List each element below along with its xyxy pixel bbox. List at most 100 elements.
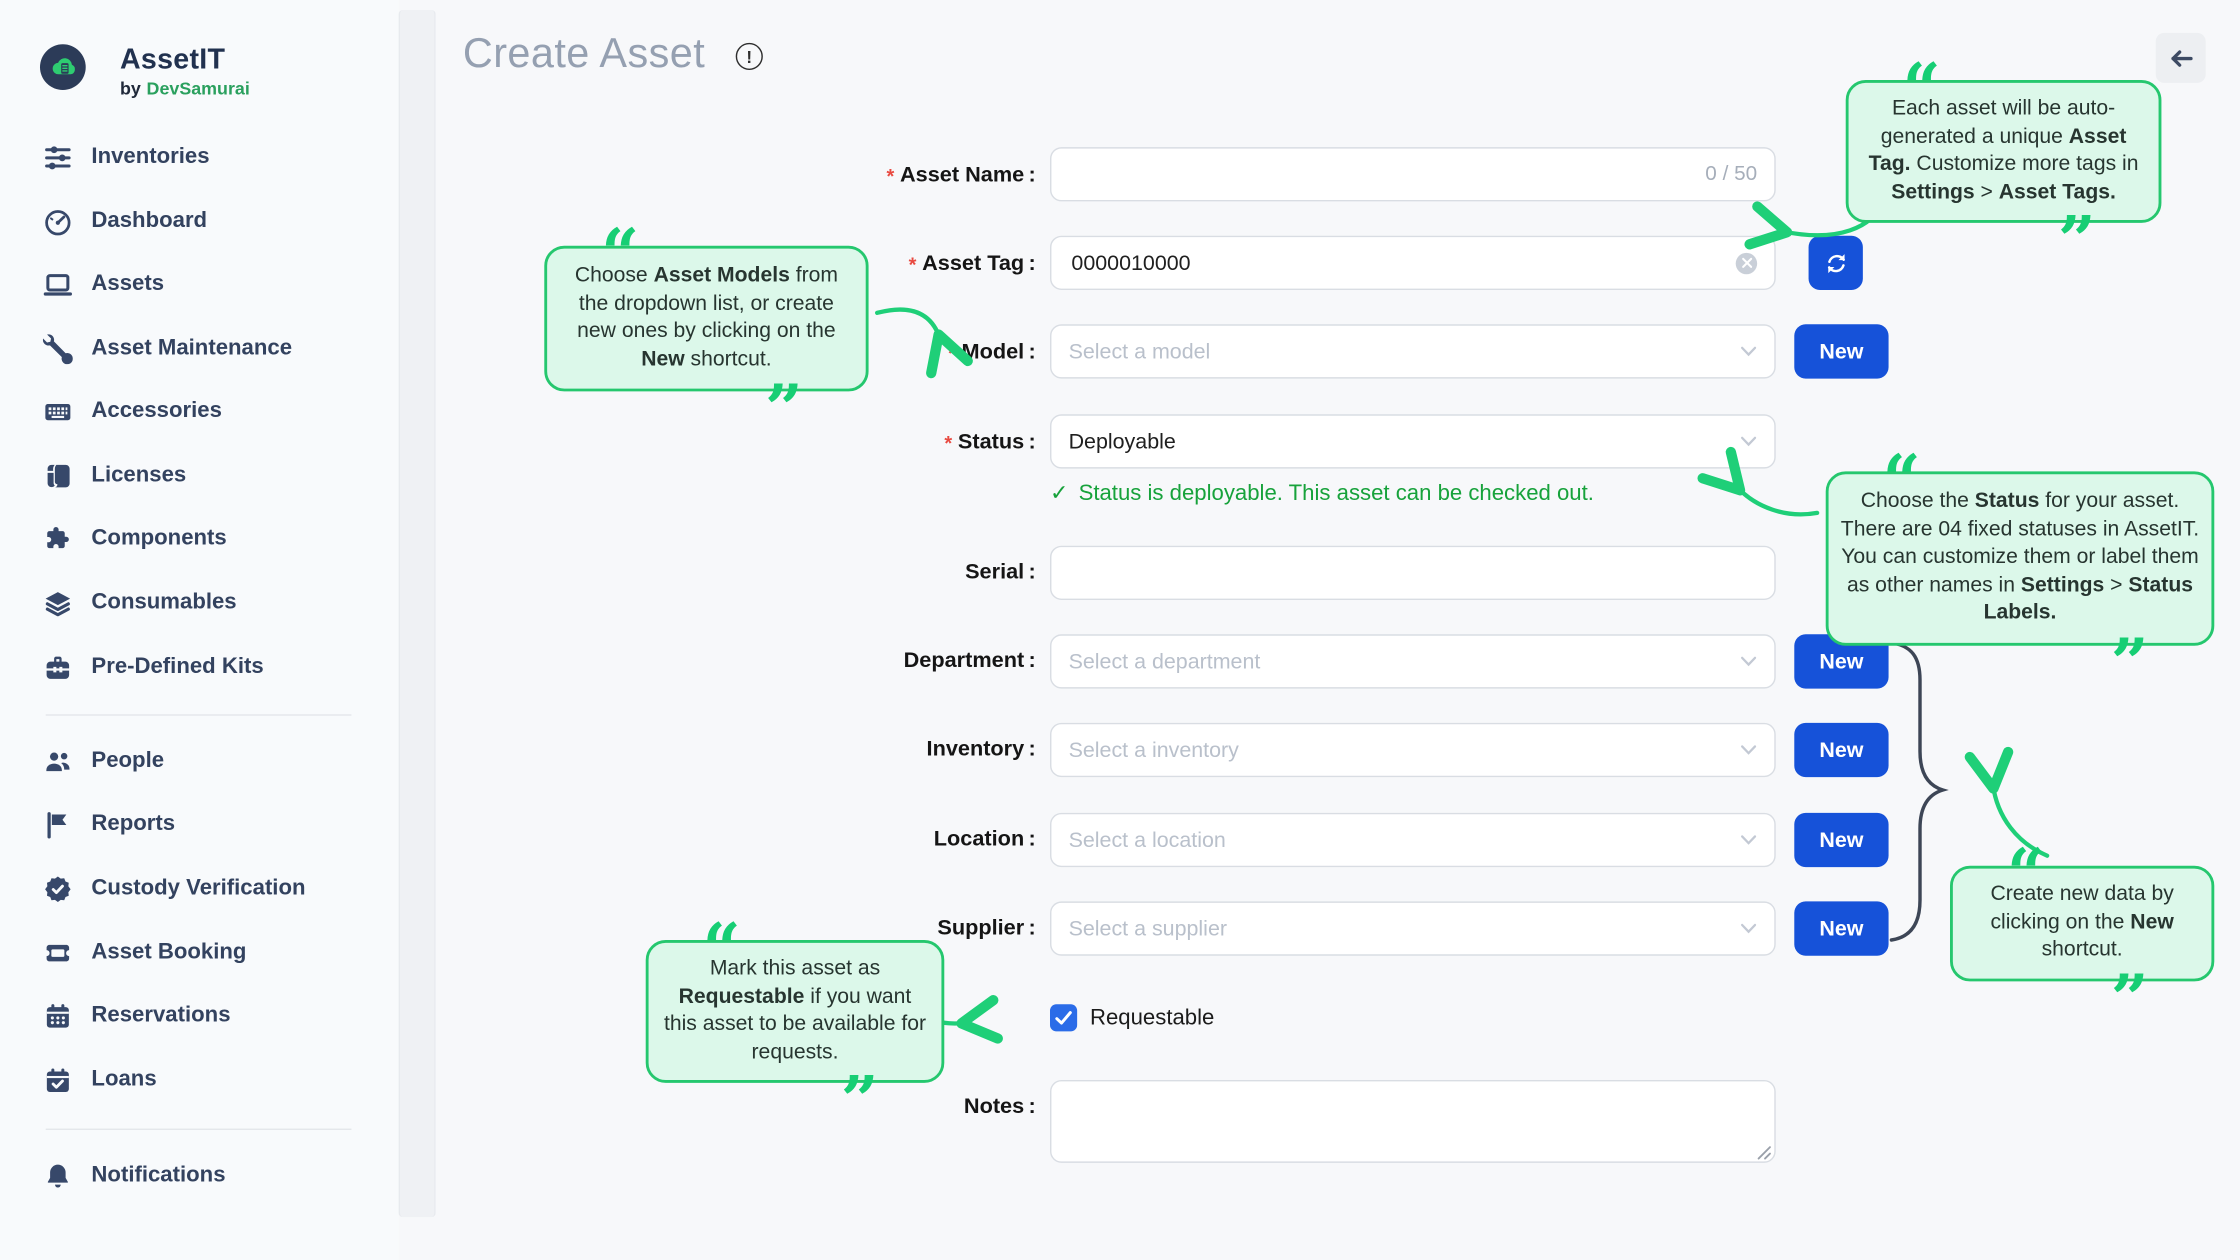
asset-name-field: 0 / 50 — [1050, 147, 1776, 201]
regenerate-tag-button[interactable] — [1809, 236, 1863, 290]
callout-asset-tag: “ Each asset will be auto-generated a un… — [1846, 80, 2162, 223]
sidebar-item-reservations[interactable]: Reservations — [43, 999, 231, 1033]
back-button[interactable] — [2156, 33, 2206, 83]
check-icon — [1054, 1010, 1073, 1026]
ticket-icon — [43, 938, 73, 968]
arrow-to-model — [877, 310, 940, 339]
sidebar-item-label: Licenses — [91, 463, 186, 489]
sidebar-item-asset-maintenance[interactable]: Asset Maintenance — [43, 331, 292, 365]
laptop-icon — [43, 269, 73, 299]
app-name: AssetIT — [120, 44, 250, 75]
chevron-down-icon — [1740, 923, 1757, 934]
people-icon — [43, 746, 73, 776]
asset-tag-input[interactable] — [1069, 249, 1725, 276]
sidebar-item-label: Pre-Defined Kits — [91, 654, 263, 680]
asset-tag-field — [1050, 236, 1776, 290]
serial-label: Serial: — [614, 559, 1035, 588]
requestable-checkbox[interactable] — [1050, 1004, 1077, 1031]
department-label: Department: — [614, 647, 1035, 676]
callout-requestable: “ Mark this asset as Requestable if you … — [646, 940, 945, 1083]
sidebar-divider — [46, 714, 352, 715]
app-window: AssetIT by DevSamurai Inventories Dashboa… — [0, 0, 2240, 1260]
keyboard-icon — [43, 396, 73, 426]
sidebar-item-pre-defined-kits[interactable]: Pre-Defined Kits — [43, 650, 264, 684]
info-icon[interactable]: ! — [736, 43, 763, 70]
sidebar-item-inventories[interactable]: Inventories — [43, 140, 210, 174]
flag-icon — [43, 809, 73, 839]
byline-prefix: by — [120, 79, 141, 99]
sidebar-item-reports[interactable]: Reports — [43, 807, 175, 841]
sidebar-item-licenses[interactable]: Licenses — [43, 459, 186, 493]
sidebar-item-label: Reservations — [91, 1003, 230, 1029]
sidebar-item-loans[interactable]: Loans — [43, 1063, 157, 1097]
status-select[interactable]: Deployable — [1050, 414, 1776, 468]
refresh-icon — [1822, 249, 1849, 276]
serial-field — [1050, 546, 1776, 600]
sidebar-item-custody-verification[interactable]: Custody Verification — [43, 871, 306, 905]
chevron-down-icon — [1740, 656, 1757, 667]
check-icon: ✓ — [1050, 481, 1069, 505]
notes-textarea[interactable] — [1050, 1080, 1776, 1163]
sliders-icon — [43, 142, 73, 172]
sidebar-divider — [46, 1129, 352, 1130]
sidebar-item-notifications[interactable]: Notifications — [43, 1159, 226, 1193]
inventory-label: Inventory: — [614, 736, 1035, 765]
sidebar-item-consumables[interactable]: Consumables — [43, 586, 237, 620]
sidebar-item-label: Components — [91, 526, 226, 552]
sidebar-item-label: Dashboard — [91, 209, 207, 235]
app-logo-icon — [40, 44, 86, 90]
callout-new-shortcut: “ Create new data by clicking on the New… — [1950, 866, 2214, 981]
sidebar-item-label: Reports — [91, 811, 175, 837]
clear-icon[interactable] — [1736, 252, 1757, 273]
department-select[interactable]: Select a department — [1050, 634, 1776, 688]
app-logo: AssetIT by DevSamurai — [40, 44, 250, 98]
chevron-down-icon — [1740, 346, 1757, 357]
sidebar-item-dashboard[interactable]: Dashboard — [43, 204, 207, 238]
status-help-text: ✓Status is deployable. This asset can be… — [1050, 480, 1594, 507]
location-label: Location: — [614, 826, 1035, 855]
model-select[interactable]: Select a model — [1050, 324, 1776, 378]
new-model-button[interactable]: New — [1794, 324, 1888, 378]
toolbox-icon — [43, 652, 73, 682]
sidebar-item-components[interactable]: Components — [43, 521, 227, 555]
new-location-button[interactable]: New — [1794, 813, 1888, 867]
sidebar-item-label: Consumables — [91, 590, 236, 616]
requestable-checkbox-label[interactable]: Requestable — [1090, 1004, 1214, 1031]
inventory-select[interactable]: Select a inventory — [1050, 723, 1776, 777]
location-select[interactable]: Select a location — [1050, 813, 1776, 867]
sidebar-item-label: Asset Maintenance — [91, 336, 292, 362]
callout-model: “ Choose Asset Models from the dropdown … — [544, 246, 868, 392]
new-supplier-button[interactable]: New — [1794, 901, 1888, 955]
sidebar-item-accessories[interactable]: Accessories — [43, 394, 222, 428]
page-title: Create Asset — [463, 31, 705, 78]
sidebar-item-label: Accessories — [91, 399, 221, 425]
sidebar-item-label: People — [91, 749, 164, 775]
puzzle-icon — [43, 524, 73, 554]
sidebar: AssetIT by DevSamurai Inventories Dashboa… — [0, 0, 399, 1260]
arrow-left-icon — [2166, 44, 2195, 73]
sidebar-item-asset-booking[interactable]: Asset Booking — [43, 936, 247, 970]
sidebar-item-people[interactable]: People — [43, 744, 164, 778]
sidebar-item-label: Custody Verification — [91, 876, 305, 902]
callout-status: “ Choose the Status for your asset. Ther… — [1826, 471, 2215, 645]
bell-icon — [43, 1161, 73, 1191]
brace-new-buttons — [1891, 643, 1942, 940]
chevron-down-icon — [1740, 744, 1757, 755]
chevron-down-icon — [1740, 834, 1757, 845]
license-scroll-icon — [43, 461, 73, 491]
calendar-icon — [43, 1001, 73, 1031]
sidebar-item-assets[interactable]: Assets — [43, 267, 164, 301]
byline-brand: DevSamurai — [147, 79, 250, 99]
sidebar-item-label: Notifications — [91, 1163, 225, 1189]
chevron-down-icon — [1740, 436, 1757, 447]
asset-name-input[interactable] — [1069, 161, 1694, 188]
supplier-label: Supplier: — [614, 914, 1035, 943]
calendar-check-icon — [43, 1065, 73, 1095]
notes-label: Notes: — [614, 1093, 1035, 1122]
content-scrollbar[interactable] — [399, 10, 436, 1217]
arrow-to-status-help — [1737, 487, 1817, 514]
serial-input[interactable] — [1069, 559, 1758, 586]
new-inventory-button[interactable]: New — [1794, 723, 1888, 777]
cloud-server-icon — [49, 53, 78, 82]
supplier-select[interactable]: Select a supplier — [1050, 901, 1776, 955]
